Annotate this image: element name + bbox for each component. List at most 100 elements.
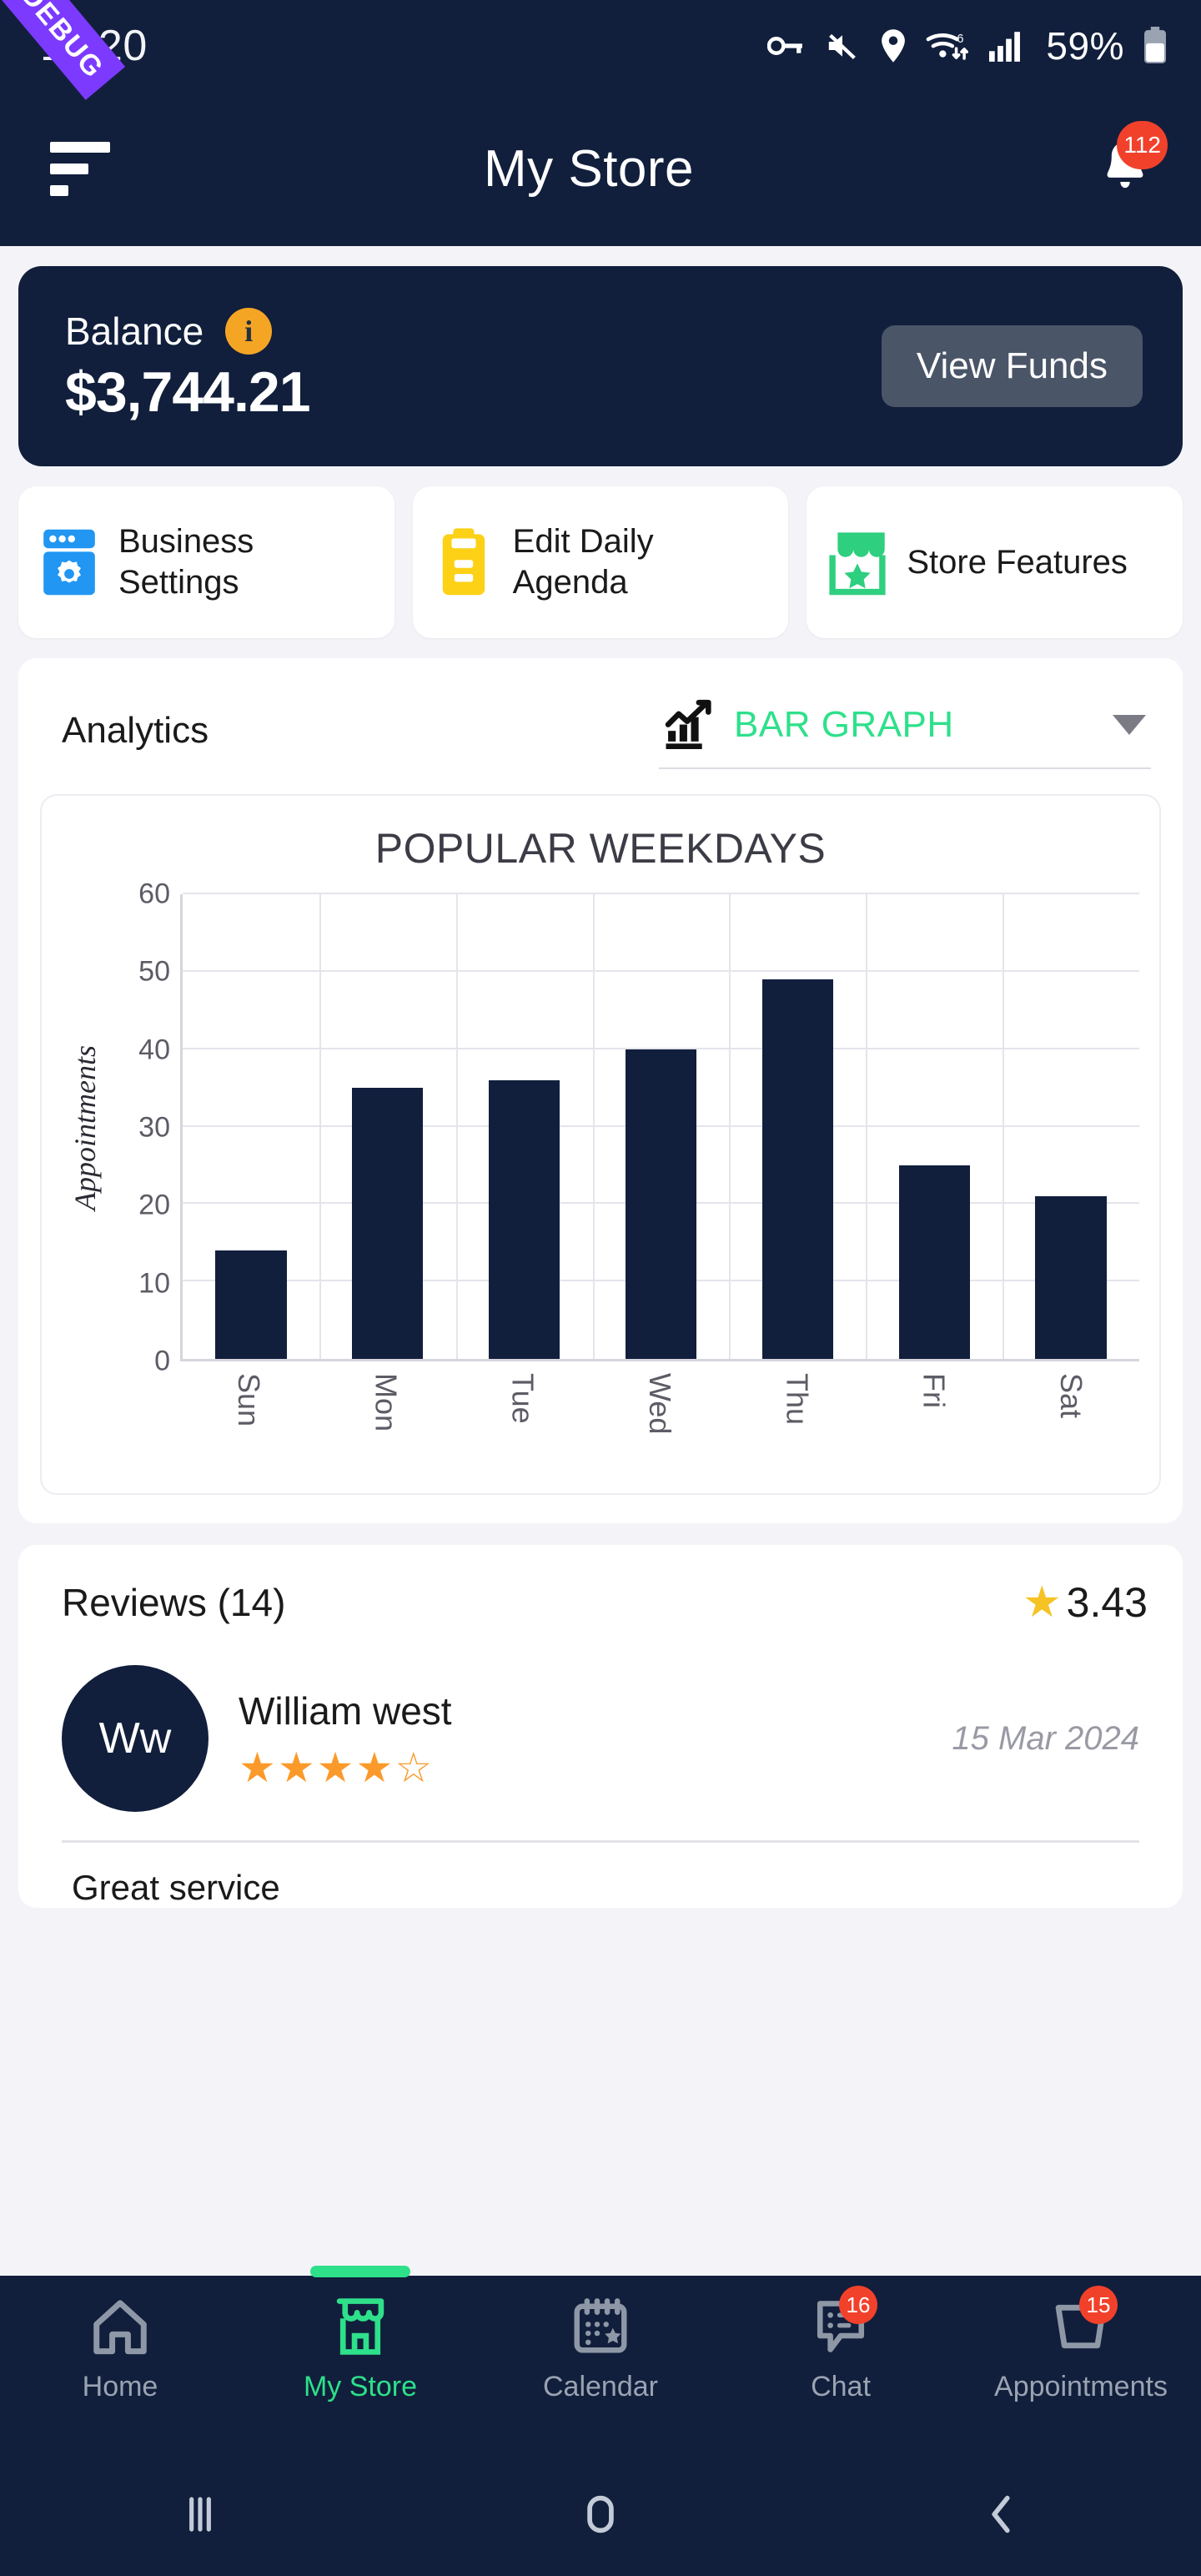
svg-text:6: 6 (957, 33, 964, 46)
nav-label: My Store (304, 2371, 417, 2403)
x-tick-label: Mon (368, 1373, 403, 1431)
y-tick-label: 40 (138, 1034, 170, 1066)
x-tick-label: Sun (231, 1373, 266, 1426)
volume-muted-icon (824, 31, 861, 61)
bar-slot (593, 894, 730, 1359)
reviews-title: Reviews (14) (62, 1580, 285, 1625)
nav-label: Appointments (994, 2371, 1168, 2403)
nav-item-chat[interactable]: 16 Chat (721, 2276, 961, 2403)
storefront-star-icon (825, 529, 890, 596)
nav-item-home[interactable]: Home (0, 2276, 240, 2403)
tile-label: Business Settings (118, 521, 376, 603)
y-tick-label: 10 (138, 1267, 170, 1300)
hamburger-bar (50, 164, 88, 174)
main-content: Balance i $3,744.21 View Funds Business … (0, 266, 1201, 1908)
bar-slot (456, 894, 593, 1359)
bar-fri[interactable] (899, 1165, 970, 1359)
chart-bars (180, 894, 1139, 1361)
bar-slot (729, 894, 866, 1359)
bar-slot (866, 894, 1003, 1359)
review-date: 15 Mar 2024 (952, 1720, 1139, 1758)
chart-plot-area: Appointments 0102030405060 (62, 894, 1139, 1361)
tile-label: Edit Daily Agenda (513, 521, 771, 603)
bottom-navigation: Home My Store Calendar 16 (0, 2276, 1201, 2453)
notification-badge: 112 (1117, 121, 1168, 169)
info-icon[interactable]: i (225, 308, 272, 355)
chart-container: POPULAR WEEKDAYS Appointments 0102030405… (40, 794, 1161, 1495)
rating-value: 3.43 (1067, 1578, 1148, 1627)
star-icon: ★ (1023, 1581, 1062, 1624)
x-tick-label: Tue (505, 1373, 540, 1424)
review-details: William west ★★★★☆ (239, 1688, 922, 1789)
tile-label: Store Features (907, 542, 1164, 583)
bar-slot (319, 894, 456, 1359)
x-tick: Sun (180, 1361, 317, 1470)
x-tick: Tue (455, 1361, 591, 1470)
bar-series (183, 894, 1139, 1359)
x-tick: Sat (1003, 1361, 1139, 1470)
clipboard-icon (431, 527, 496, 597)
bar-sun[interactable] (215, 1250, 286, 1359)
active-tab-indicator (310, 2266, 410, 2277)
bar-tue[interactable] (489, 1080, 560, 1359)
nav-item-appointments[interactable]: 15 Appointments (961, 2276, 1201, 2403)
x-tick: Wed (591, 1361, 728, 1470)
bar-sat[interactable] (1035, 1196, 1106, 1359)
hamburger-bar (50, 185, 68, 196)
status-bar-icons: 6 59% (767, 23, 1168, 68)
x-tick-label: Thu (779, 1373, 814, 1425)
x-tick: Mon (317, 1361, 454, 1470)
tile-business-settings[interactable]: Business Settings (18, 486, 394, 638)
review-text: Great service (43, 1843, 1158, 1908)
graph-type-value: BAR GRAPH (734, 704, 1088, 746)
nav-label: Home (83, 2371, 158, 2403)
tile-store-features[interactable]: Store Features (807, 486, 1183, 638)
bar-mon[interactable] (352, 1088, 423, 1359)
x-tick-label: Fri (917, 1373, 952, 1408)
home-circle-icon[interactable] (400, 2488, 801, 2540)
avatar: Ww (62, 1665, 209, 1812)
y-tick-label: 60 (138, 878, 170, 911)
recents-icon[interactable] (0, 2488, 400, 2540)
analytics-title: Analytics (62, 710, 209, 752)
x-tick-label: Sat (1053, 1373, 1088, 1418)
graph-type-dropdown[interactable]: BAR GRAPH (659, 692, 1151, 769)
y-tick-label: 20 (138, 1190, 170, 1222)
tile-edit-daily-agenda[interactable]: Edit Daily Agenda (413, 486, 789, 638)
balance-label-row: Balance i (65, 308, 310, 355)
app-header: My Store 112 (0, 92, 1201, 246)
bar-thu[interactable] (762, 979, 833, 1359)
balance-amount: $3,744.21 (65, 360, 310, 425)
business-settings-icon (37, 527, 102, 597)
reviewer-name: William west (239, 1688, 922, 1733)
x-tick-label: Wed (642, 1373, 677, 1434)
page-title: My Store (90, 139, 1088, 199)
bar-wed[interactable] (626, 1049, 696, 1359)
chart-y-axis-label: Appointments (62, 894, 108, 1361)
back-chevron-icon[interactable] (801, 2488, 1201, 2540)
y-tick-label: 0 (154, 1346, 170, 1378)
notifications-button[interactable]: 112 (1088, 128, 1163, 211)
android-system-nav (0, 2453, 1201, 2576)
nav-item-calendar[interactable]: Calendar (480, 2276, 721, 2403)
storefront-icon (322, 2294, 399, 2359)
y-tick-label: 50 (138, 956, 170, 989)
bar-slot (1003, 894, 1139, 1359)
star-filled-icon: ★ (355, 1744, 394, 1791)
location-pin-icon (879, 28, 907, 63)
calendar-icon (562, 2294, 639, 2359)
x-tick: Thu (728, 1361, 865, 1470)
nav-badge: 15 (1079, 2286, 1118, 2324)
analytics-header: Analytics BAR GRAPH (40, 692, 1161, 769)
review-item[interactable]: Ww William west ★★★★☆ 15 Mar 2024 (43, 1627, 1158, 1812)
nav-item-my-store[interactable]: My Store (240, 2276, 480, 2403)
nav-label: Chat (811, 2371, 871, 2403)
reviews-card: Reviews (14) ★ 3.43 Ww William west ★★★★… (18, 1545, 1183, 1908)
chart-y-axis-ticks: 0102030405060 (108, 894, 180, 1361)
vpn-key-icon (767, 32, 806, 60)
view-funds-button[interactable]: View Funds (882, 325, 1143, 407)
nav-label: Calendar (543, 2371, 658, 2403)
status-bar: 11:20 6 59% (0, 0, 1201, 92)
wifi-6-icon: 6 (926, 28, 971, 63)
average-rating: ★ 3.43 (1023, 1578, 1148, 1627)
